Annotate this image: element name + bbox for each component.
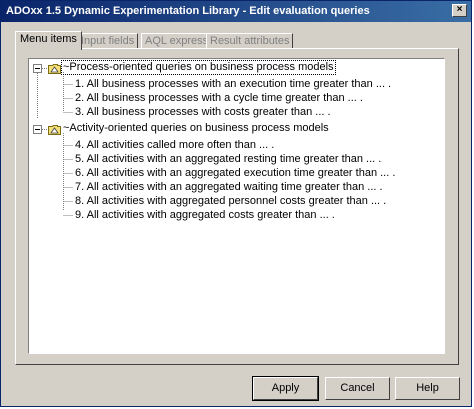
close-button[interactable]: ×	[452, 4, 467, 17]
tree-item[interactable]: 1. All business processes with an execut…	[75, 77, 391, 91]
tree-item[interactable]: 7. All activities with an aggregated wai…	[75, 180, 383, 194]
tree-item[interactable]: 4. All activities called more often than…	[75, 138, 274, 152]
collapse-toggle[interactable]	[33, 125, 42, 134]
tab-label: Input fields	[81, 35, 135, 47]
cancel-button[interactable]: Cancel	[325, 377, 390, 400]
tab-label: Result attributes	[210, 35, 290, 47]
tab-panel: ~Process-oriented queries on business pr…	[15, 48, 459, 365]
window-title: ADOxx 1.5 Dynamic Experimentation Librar…	[6, 5, 370, 17]
collapse-toggle[interactable]	[33, 64, 42, 73]
tree-item[interactable]: 3. All business processes with costs gre…	[75, 105, 331, 119]
tree-item[interactable]: 9. All activities with aggregated costs …	[75, 208, 335, 222]
tree-item[interactable]: 5. All activities with an aggregated res…	[75, 152, 381, 166]
dialog-window: ADOxx 1.5 Dynamic Experimentation Librar…	[0, 0, 472, 407]
tree-item[interactable]: 8. All activities with aggregated person…	[75, 194, 386, 208]
apply-button[interactable]: Apply	[252, 376, 319, 401]
title-bar[interactable]: ADOxx 1.5 Dynamic Experimentation Librar…	[1, 1, 471, 22]
tree-item[interactable]: 6. All activities with an aggregated exe…	[75, 166, 395, 180]
folder-icon	[48, 125, 61, 135]
help-button[interactable]: Help	[395, 377, 460, 400]
tab-input-fields[interactable]: Input fields	[77, 33, 139, 49]
tree-group-activity[interactable]: ~Activity-oriented queries on business p…	[62, 122, 330, 135]
tab-menu-items[interactable]: Menu items	[15, 31, 82, 50]
tree-group-process[interactable]: ~Process-oriented queries on business pr…	[61, 60, 336, 75]
tab-result-attributes[interactable]: Result attributes	[206, 33, 294, 49]
close-icon: ×	[456, 4, 463, 15]
query-tree[interactable]: ~Process-oriented queries on business pr…	[28, 58, 445, 354]
tree-item[interactable]: 2. All business processes with a cycle t…	[75, 91, 363, 105]
tab-label: Menu items	[20, 33, 77, 45]
folder-icon	[48, 64, 61, 74]
